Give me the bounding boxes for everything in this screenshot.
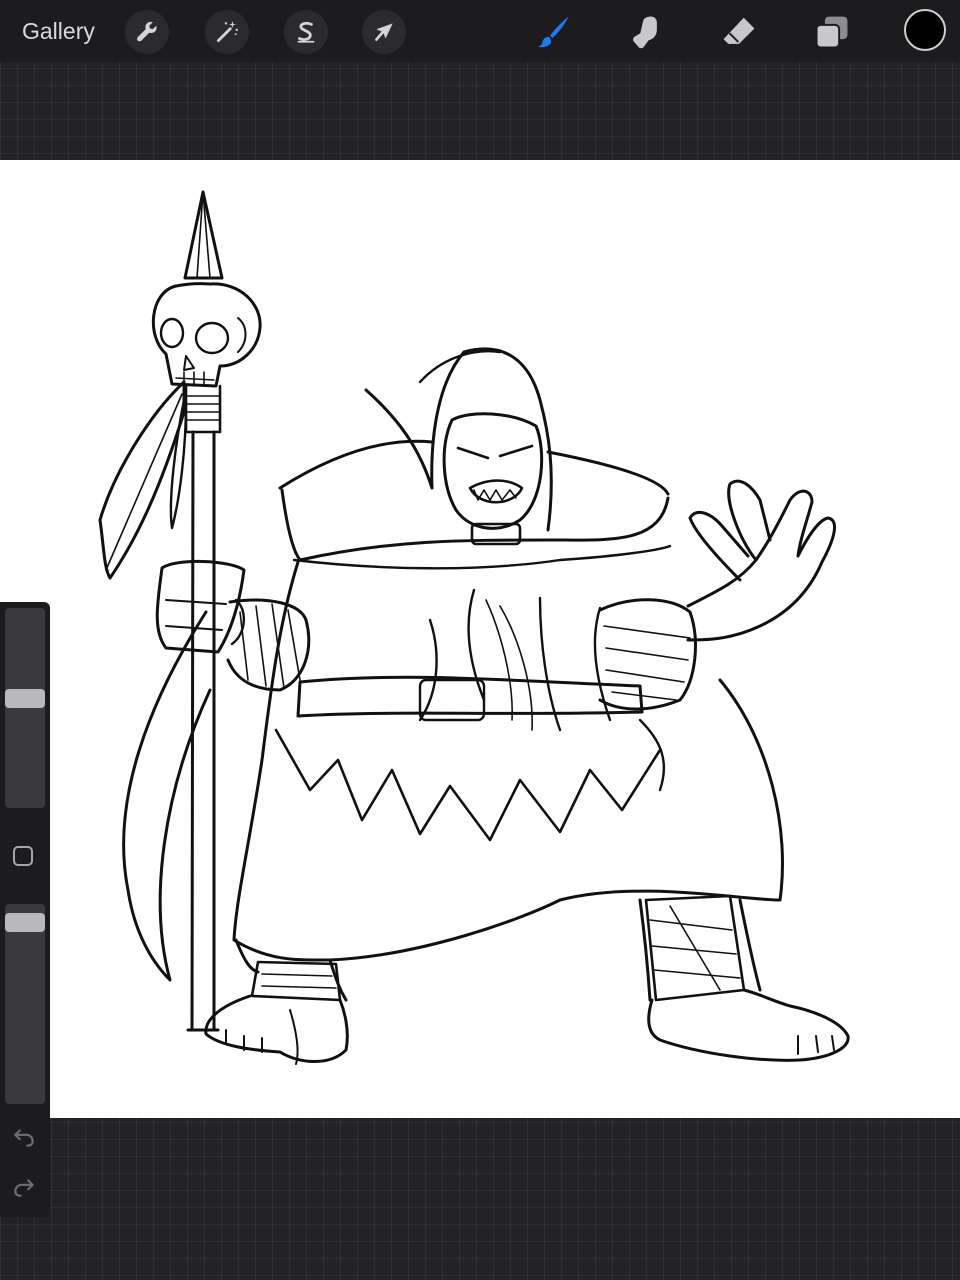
lineart-drawing xyxy=(98,190,850,1065)
layers-button[interactable] xyxy=(809,9,855,55)
adjustments-button[interactable] xyxy=(205,10,249,54)
square-modify-icon[interactable] xyxy=(13,846,33,866)
brush-size-slider[interactable] xyxy=(5,608,45,808)
redo-button[interactable] xyxy=(11,1174,37,1200)
drawing-canvas[interactable] xyxy=(0,160,960,1118)
magic-wand-icon xyxy=(216,21,238,43)
brush-icon xyxy=(538,16,569,48)
arrow-cursor-icon xyxy=(375,23,393,41)
selection-s-icon xyxy=(297,21,315,43)
brush-size-thumb[interactable] xyxy=(5,689,45,708)
actions-button[interactable] xyxy=(125,10,169,54)
wrench-icon xyxy=(137,21,157,42)
smudge-finger-icon xyxy=(633,16,657,49)
left-sidebar xyxy=(0,602,50,1217)
layers-icon xyxy=(815,16,848,49)
eraser-icon xyxy=(723,17,755,44)
eraser-tool-button[interactable] xyxy=(716,9,762,55)
opacity-thumb[interactable] xyxy=(5,913,45,932)
undo-icon xyxy=(14,1129,34,1147)
selection-button[interactable] xyxy=(284,10,328,54)
opacity-slider[interactable] xyxy=(5,904,45,1104)
brush-tool-button[interactable] xyxy=(530,9,576,55)
top-toolbar: Gallery xyxy=(0,0,960,62)
color-swatch[interactable] xyxy=(904,9,946,51)
smudge-tool-button[interactable] xyxy=(622,9,668,55)
transform-button[interactable] xyxy=(362,10,406,54)
undo-button[interactable] xyxy=(11,1124,37,1150)
redo-icon xyxy=(14,1179,34,1197)
gallery-button[interactable]: Gallery xyxy=(22,17,95,45)
